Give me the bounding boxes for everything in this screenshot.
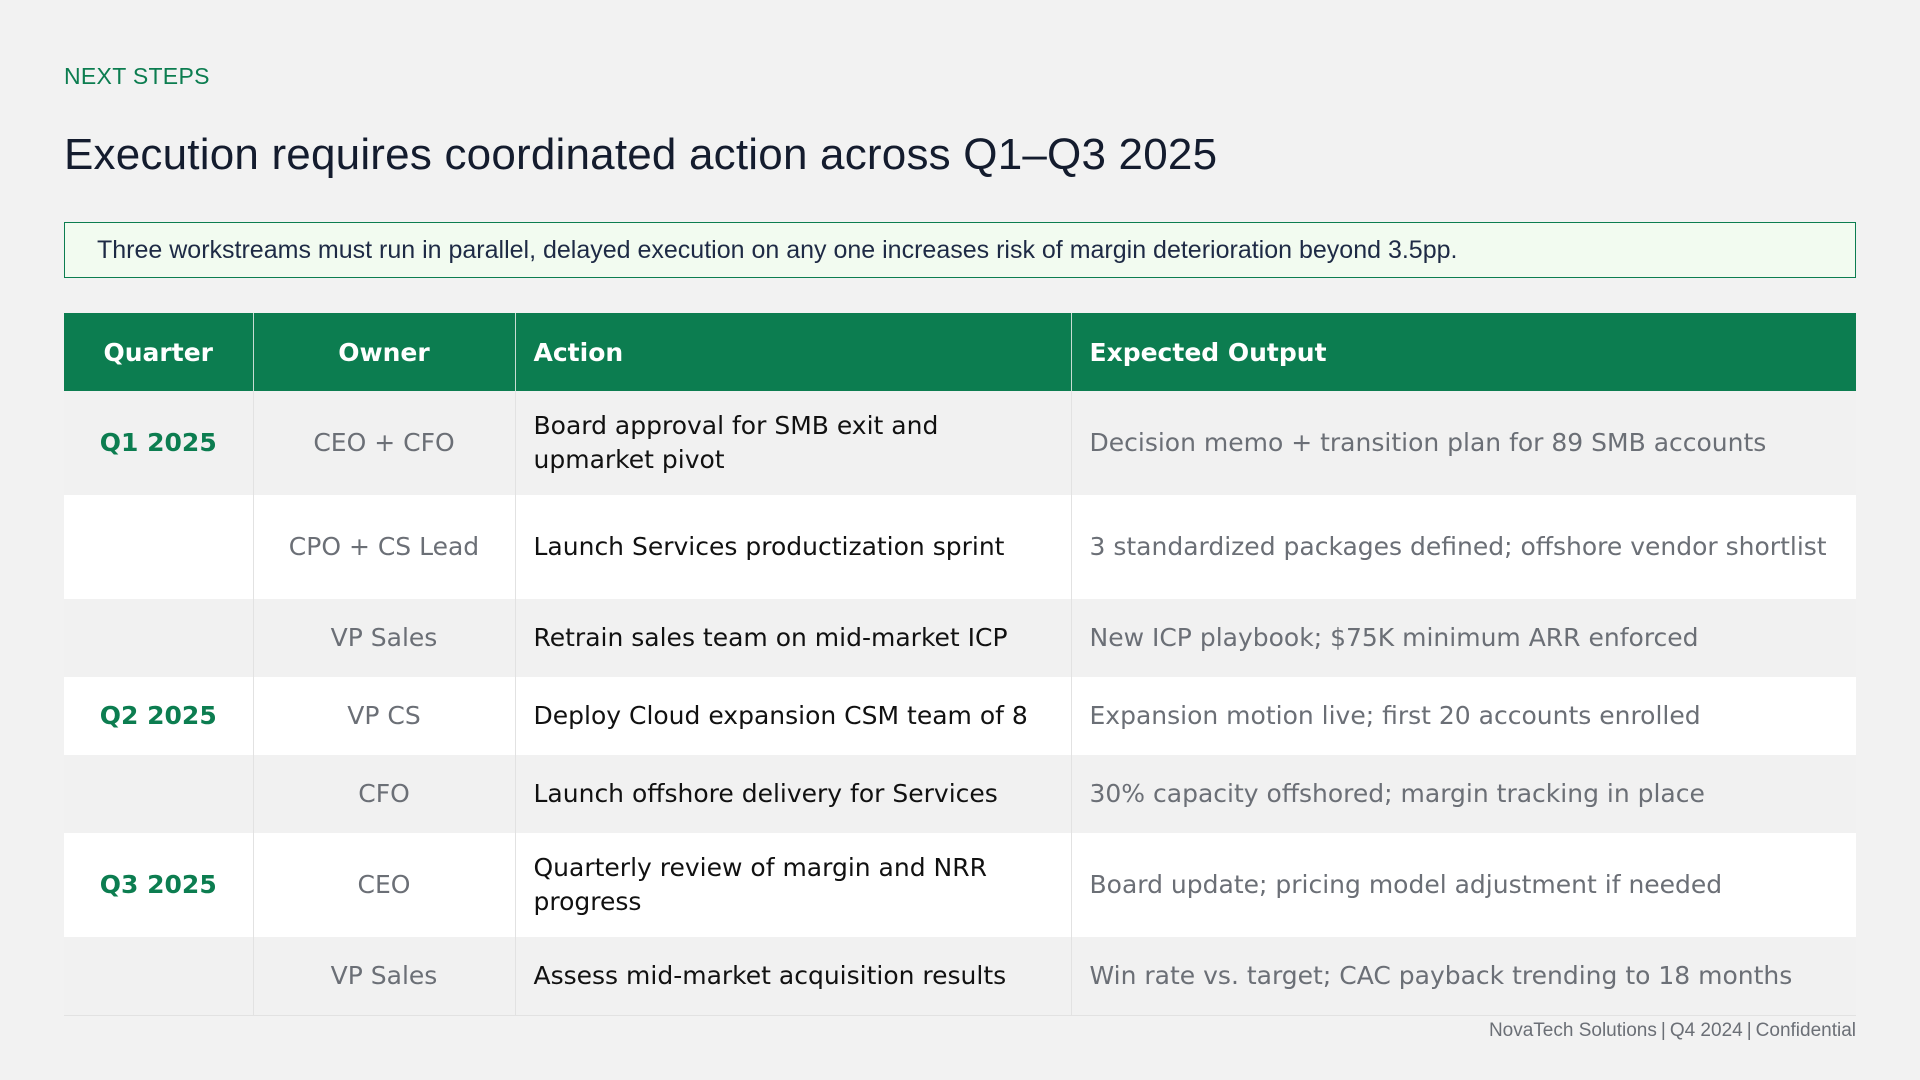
action-plan-table: Quarter Owner Action Expected Output Q1 … — [64, 313, 1856, 1016]
page-title: Execution requires coordinated action ac… — [64, 130, 1218, 179]
table-row: Q2 2025 VP CS Deploy Cloud expansion CSM… — [64, 677, 1856, 755]
cell-owner: VP Sales — [253, 599, 516, 677]
cell-action: Retrain sales team on mid-market ICP — [515, 599, 1072, 677]
cell-output: Board update; pricing model adjustment i… — [1071, 833, 1856, 937]
cell-action: Quarterly review of margin and NRR progr… — [515, 833, 1072, 937]
cell-quarter: Q1 2025 — [64, 391, 254, 495]
column-header-quarter: Quarter — [64, 313, 254, 391]
cell-owner: CFO — [253, 755, 516, 833]
table-row: VP Sales Retrain sales team on mid-marke… — [64, 599, 1856, 677]
cell-action: Assess mid-market acquisition results — [515, 937, 1072, 1016]
cell-quarter: Q2 2025 — [64, 677, 254, 755]
cell-action: Launch Services productization sprint — [515, 495, 1072, 599]
footer-company: NovaTech Solutions — [1488, 1020, 1657, 1041]
cell-output: Win rate vs. target; CAC payback trendin… — [1071, 937, 1856, 1016]
footer-classification: Confidential — [1755, 1020, 1856, 1041]
column-header-action: Action — [515, 313, 1072, 391]
cell-output: Expansion motion live; first 20 accounts… — [1071, 677, 1856, 755]
column-header-owner: Owner — [253, 313, 516, 391]
cell-quarter: Q3 2025 — [64, 833, 254, 937]
cell-action: Deploy Cloud expansion CSM team of 8 — [515, 677, 1072, 755]
eyebrow-label: NEXT STEPS — [64, 63, 210, 89]
footer-period: Q4 2024 — [1669, 1020, 1743, 1041]
callout-text: Three workstreams must run in parallel, … — [97, 235, 1458, 264]
cell-output: New ICP playbook; $75K minimum ARR enfor… — [1071, 599, 1856, 677]
table-header-row: Quarter Owner Action Expected Output — [64, 313, 1856, 391]
cell-quarter — [64, 937, 254, 1016]
footer-separator: | — [1746, 1020, 1752, 1041]
cell-action: Board approval for SMB exit and upmarket… — [515, 391, 1072, 495]
table-row: Q3 2025 CEO Quarterly review of margin a… — [64, 833, 1856, 937]
cell-action: Launch offshore delivery for Services — [515, 755, 1072, 833]
cell-output: 30% capacity offshored; margin tracking … — [1071, 755, 1856, 833]
cell-owner: CEO — [253, 833, 516, 937]
cell-quarter — [64, 495, 254, 599]
cell-owner: CPO + CS Lead — [253, 495, 516, 599]
table-row: VP Sales Assess mid-market acquisition r… — [64, 937, 1856, 1016]
key-message-callout: Three workstreams must run in parallel, … — [64, 222, 1856, 278]
cell-owner: VP CS — [253, 677, 516, 755]
cell-output: Decision memo + transition plan for 89 S… — [1071, 391, 1856, 495]
column-header-expected-output: Expected Output — [1071, 313, 1856, 391]
table-row: CPO + CS Lead Launch Services productiza… — [64, 495, 1856, 599]
table-row: Q1 2025 CEO + CFO Board approval for SMB… — [64, 391, 1856, 495]
table-row: CFO Launch offshore delivery for Service… — [64, 755, 1856, 833]
cell-quarter — [64, 599, 254, 677]
cell-output: 3 standardized packages defined; offshor… — [1071, 495, 1856, 599]
footer: NovaTech Solutions | Q4 2024 | Confidential — [1489, 1020, 1856, 1042]
cell-owner: VP Sales — [253, 937, 516, 1016]
footer-separator: | — [1660, 1020, 1666, 1041]
cell-quarter — [64, 755, 254, 833]
cell-owner: CEO + CFO — [253, 391, 516, 495]
